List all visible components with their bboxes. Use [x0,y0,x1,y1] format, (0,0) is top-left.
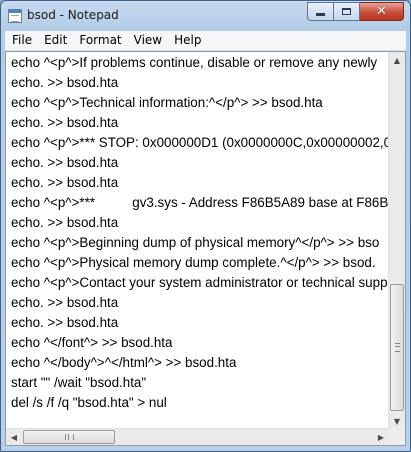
text-line: echo ^<p^>If problems continue, disable … [11,55,378,70]
text-line: echo ^<p^>Technical information:^</p^> >… [11,95,323,110]
menu-format[interactable]: Format [73,31,127,50]
text-line: echo. >> bsod.hta [11,315,119,330]
maximize-button[interactable] [334,2,360,21]
horizontal-scrollbar[interactable]: ◀ ▶ [6,428,389,445]
text-line: echo ^<p^>*** gv3.sys - Address F86B5A89… [11,195,389,210]
text-line: echo. >> bsod.hta [11,295,119,310]
minimize-button[interactable] [307,2,334,21]
text-line: echo. >> bsod.hta [11,215,119,230]
notepad-window: bsod - Notepad ✕ File Edit Format View H… [0,0,411,452]
menu-view[interactable]: View [128,31,168,50]
minimize-icon [316,13,325,16]
title-bar[interactable]: bsod - Notepad ✕ [1,1,410,31]
text-line: echo. >> bsod.hta [11,75,119,90]
window-title: bsod - Notepad [27,8,119,22]
text-line: echo. >> bsod.hta [11,115,119,130]
scroll-down-icon[interactable]: ▼ [389,413,405,429]
text-line: echo ^<p^>Beginning dump of physical mem… [11,235,380,250]
scroll-left-icon[interactable]: ◀ [6,429,22,445]
close-button[interactable]: ✕ [360,2,404,21]
grip-icon [395,343,400,352]
menu-file[interactable]: File [5,31,38,50]
text-editor[interactable]: echo ^<p^>If problems continue, disable … [5,51,406,446]
menu-bar: File Edit Format View Help [5,31,406,51]
menu-edit[interactable]: Edit [38,31,73,50]
scroll-right-icon[interactable]: ▶ [373,429,389,445]
text-line: echo ^<p^>Contact your system administra… [11,275,388,290]
vertical-scrollbar[interactable]: ▲ ▼ [388,52,405,429]
notepad-icon[interactable] [8,9,22,23]
maximize-icon [342,8,351,15]
text-line: echo ^</body^>^</html^> >> bsod.hta [11,355,237,370]
text-line: echo. >> bsod.hta [11,155,119,170]
text-line: del /s /f /q "bsod.hta" > nul [11,395,167,410]
close-icon: ✕ [376,4,387,19]
horizontal-scroll-thumb[interactable] [23,430,115,444]
text-line: echo. >> bsod.hta [11,175,119,190]
menu-help[interactable]: Help [168,31,207,50]
caption-buttons: ✕ [307,2,404,21]
text-line: echo ^<p^>*** STOP: 0x000000D1 (0x000000… [11,135,389,150]
document-text[interactable]: echo ^<p^>If problems continue, disable … [6,52,389,429]
scrollbar-corner [388,428,405,445]
text-line: echo ^<p^>Physical memory dump complete.… [11,255,376,270]
scroll-up-icon[interactable]: ▲ [389,52,405,68]
text-line: echo ^</font^> >> bsod.hta [11,335,173,350]
vertical-scroll-thumb[interactable] [390,284,404,411]
text-line: start "" /wait "bsod.hta" [11,375,147,390]
grip-icon [65,434,74,440]
